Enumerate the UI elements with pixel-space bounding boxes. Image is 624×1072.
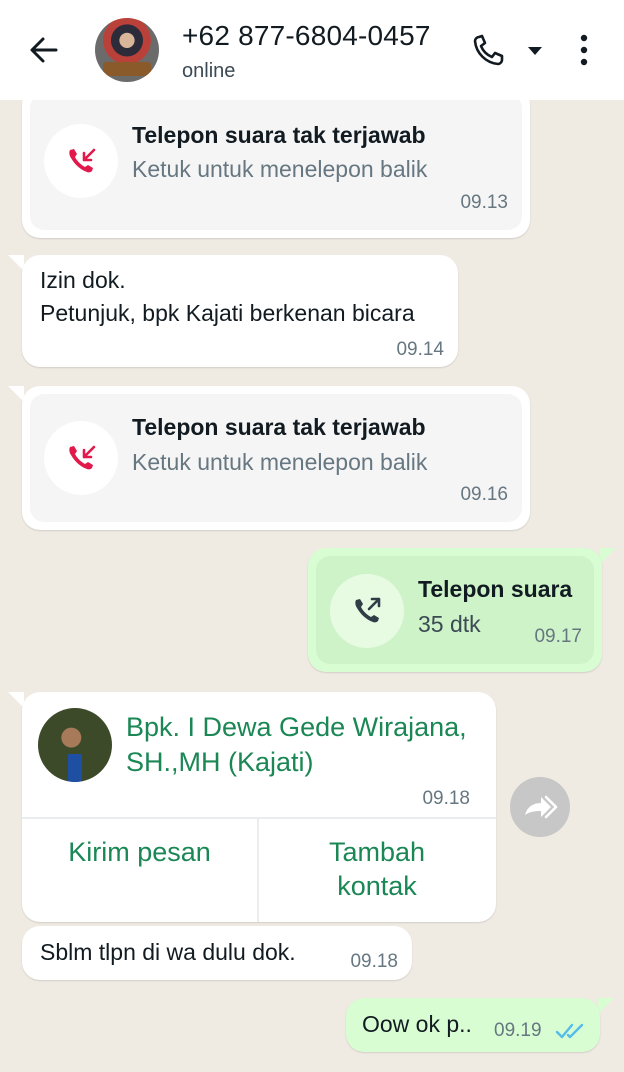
- missed-call-bubble[interactable]: Telepon suara tak terjawab Ketuk untuk m…: [22, 100, 530, 238]
- message-time: 09.17: [534, 626, 582, 647]
- call-title: Telepon suara: [418, 576, 573, 602]
- add-contact-button[interactable]: Tambah kontak: [292, 835, 462, 903]
- shared-contact-name[interactable]: Bpk. I Dewa Gede Wirajana,: [126, 710, 467, 745]
- bubble-tail: [598, 998, 614, 1014]
- message-text: Oow ok p..: [362, 1011, 472, 1037]
- contact-status: online: [182, 60, 236, 82]
- shared-contact-name[interactable]: SH.,MH (Kajati): [126, 745, 314, 780]
- voice-call-bubble[interactable]: Telepon suara 35 dtk 09.17: [308, 548, 602, 672]
- kebab-menu-icon: [580, 34, 588, 66]
- call-duration: 35 dtk: [418, 611, 481, 637]
- call-card: Telepon suara tak terjawab Ketuk untuk m…: [30, 100, 522, 230]
- forward-icon: [525, 795, 558, 819]
- avatar-photo-detail: [68, 754, 82, 782]
- contact-name[interactable]: +62 877-6804-0457: [182, 20, 431, 52]
- message-bubble[interactable]: Izin dok. Petunjuk, bpk Kajati berkenan …: [22, 255, 458, 367]
- call-title: Telepon suara tak terjawab: [132, 122, 426, 148]
- caret-down-icon: [528, 47, 542, 55]
- missed-call-icon: [69, 148, 96, 173]
- back-button[interactable]: [24, 30, 64, 70]
- missed-call-icon-circle: [44, 124, 118, 198]
- message-bubble[interactable]: Oow ok p.. 09.19: [346, 998, 600, 1052]
- message-time: 09.18: [422, 788, 470, 809]
- message-time: 09.18: [350, 951, 398, 972]
- contact-avatar[interactable]: [95, 18, 159, 82]
- call-card: Telepon suara 35 dtk 09.17: [316, 556, 594, 664]
- call-subtitle: Ketuk untuk menelepon balik: [132, 449, 428, 475]
- missed-call-icon-circle: [44, 421, 118, 495]
- message-time: 09.13: [460, 192, 508, 213]
- outgoing-call-icon-circle: [330, 574, 404, 648]
- arrow-left-icon: [30, 37, 58, 63]
- double-check-icon: [555, 1023, 584, 1039]
- call-card: Telepon suara tak terjawab Ketuk untuk m…: [30, 394, 522, 522]
- voice-call-button[interactable]: [470, 32, 510, 68]
- message-bubble[interactable]: Sblm tlpn di wa dulu dok. 09.18: [22, 926, 412, 980]
- message-time: 09.16: [460, 484, 508, 505]
- more-options-button[interactable]: [570, 30, 598, 70]
- message-time: 09.14: [396, 339, 444, 360]
- bubble-tail: [600, 548, 616, 564]
- missed-call-icon: [69, 445, 96, 470]
- outgoing-call-icon: [355, 597, 381, 623]
- message-time: 09.19: [494, 1020, 542, 1041]
- call-options-button[interactable]: [526, 44, 544, 56]
- forward-button[interactable]: [510, 777, 570, 837]
- send-message-button[interactable]: Kirim pesan: [22, 835, 257, 869]
- shared-contact-avatar: [38, 708, 112, 782]
- phone-icon: [473, 34, 504, 66]
- card-divider: [257, 819, 259, 922]
- card-divider: [22, 817, 496, 819]
- contact-card-bubble[interactable]: Bpk. I Dewa Gede Wirajana, SH.,MH (Kajat…: [22, 692, 496, 922]
- call-subtitle: Ketuk untuk menelepon balik: [132, 156, 428, 182]
- message-text: Petunjuk, bpk Kajati berkenan bicara: [40, 300, 415, 326]
- message-text: Izin dok.: [40, 267, 126, 293]
- message-text: Sblm tlpn di wa dulu dok.: [40, 939, 296, 965]
- chat-area: Telepon suara tak terjawab Ketuk untuk m…: [0, 100, 624, 1072]
- call-title: Telepon suara tak terjawab: [132, 414, 426, 440]
- avatar-photo-detail: [103, 62, 151, 76]
- chat-header: +62 877-6804-0457 online: [0, 0, 624, 100]
- missed-call-bubble[interactable]: Telepon suara tak terjawab Ketuk untuk m…: [22, 386, 530, 530]
